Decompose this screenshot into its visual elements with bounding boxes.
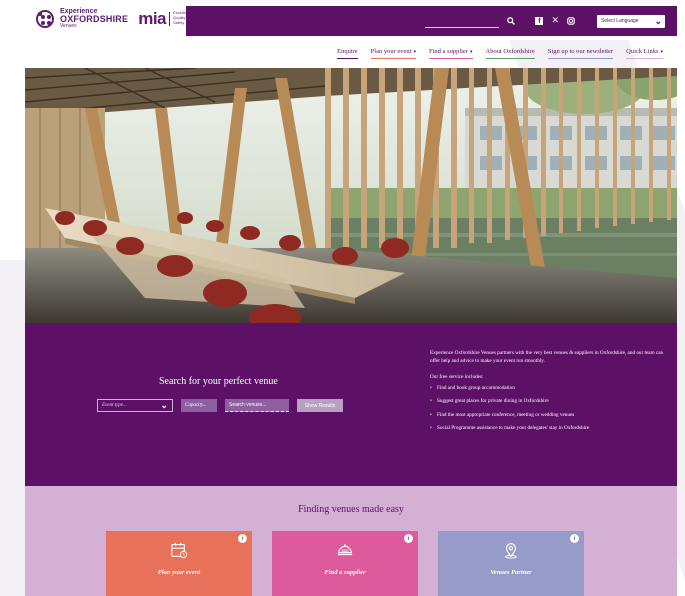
- service-intro: Experience Oxfordshire Venues partners w…: [430, 350, 664, 365]
- logo-text: Experience OXFORDSHIRE Venues: [60, 8, 128, 29]
- nav-item-label: Sign up to our newsletter: [547, 48, 614, 55]
- caret-down-icon: ▾: [413, 50, 416, 55]
- service-list: Find and book group accommodation Suggest…: [430, 384, 670, 432]
- main-nav: Enquire Plan your event ▾ Find a supplier ▾ A…: [337, 48, 663, 59]
- card-plan-your-event[interactable]: i Plan your event: [106, 531, 252, 596]
- calendar-icon: [171, 542, 188, 559]
- hero-image: [25, 68, 677, 323]
- card-venues-partner[interactable]: i Venues Partner: [438, 531, 584, 596]
- chevron-down-icon: ⌄: [160, 400, 168, 410]
- x-twitter-icon[interactable]: ✕: [551, 16, 559, 26]
- service-list-item: Find and book group accommodation: [430, 384, 670, 392]
- nav-item-label: About Oxfordshire: [485, 48, 535, 55]
- service-subhead: Our free service includes:: [430, 374, 484, 381]
- info-icon[interactable]: i: [238, 534, 247, 543]
- finding-venues-section: Finding venues made easy i Plan your eve…: [25, 486, 677, 596]
- info-icon[interactable]: i: [404, 534, 413, 543]
- site-logo[interactable]: Experience OXFORDSHIRE Venues mia Excell…: [36, 8, 195, 29]
- chevron-down-icon: ⌄: [654, 15, 662, 26]
- top-bar: f ✕ Select Language ⌄: [186, 6, 677, 36]
- nav-item-label: Plan your event: [370, 48, 412, 55]
- search-form: Event type... ⌄ Capacity... Search venue…: [97, 399, 343, 412]
- nav-item-label: Find a supplier: [428, 48, 468, 55]
- service-list-item: Social Programme assistance to make your…: [430, 424, 670, 432]
- search-title: Search for your perfect venue: [159, 376, 278, 387]
- caret-down-icon: ▾: [469, 50, 473, 55]
- food-tray-icon: [337, 544, 353, 556]
- capacity-placeholder: Capacity...: [185, 403, 207, 408]
- event-type-select[interactable]: Event type... ⌄: [97, 399, 173, 412]
- caret-down-icon: ▾: [660, 50, 663, 55]
- mia-divider: [169, 11, 171, 26]
- service-list-item: Find the most appropriate conference, me…: [430, 411, 670, 419]
- capacity-input[interactable]: Capacity...: [181, 399, 217, 412]
- search-icon[interactable]: [507, 17, 516, 25]
- instagram-icon[interactable]: [567, 17, 575, 25]
- nav-item-plan-your-event[interactable]: Plan your event ▾: [370, 48, 416, 59]
- card-label: Find a supplier: [324, 569, 366, 576]
- service-list-item: Suggest great places for private dining …: [430, 397, 670, 405]
- nav-item-quick-links[interactable]: Quick Links ▾: [626, 48, 663, 59]
- language-select-value: Select Language: [601, 18, 639, 24]
- nav-item-label: Quick Links: [626, 48, 659, 55]
- info-icon[interactable]: i: [570, 534, 579, 543]
- card-find-a-supplier[interactable]: i Find a supplier: [272, 531, 418, 596]
- service-info: Experience Oxfordshire Venues partners w…: [430, 349, 670, 437]
- language-select[interactable]: Select Language ⌄: [597, 14, 665, 28]
- event-type-placeholder: Event type...: [102, 403, 127, 408]
- nav-item-sign-up-to-our-newsletter[interactable]: Sign up to our newsletter: [547, 48, 614, 59]
- oxfordshire-logo-icon: [36, 9, 54, 28]
- mia-word: mia: [138, 9, 167, 28]
- venue-search-input[interactable]: Search venues...: [225, 399, 289, 412]
- logo-line-3: Venues: [60, 23, 77, 29]
- finding-title: Finding venues made easy: [298, 504, 404, 515]
- card-label: Venues Partner: [490, 569, 532, 576]
- facebook-icon[interactable]: f: [535, 17, 544, 25]
- nav-item-about-oxfordshire[interactable]: About Oxfordshire: [485, 48, 535, 59]
- nav-item-enquire[interactable]: Enquire: [337, 48, 358, 59]
- location-pin-icon: [505, 543, 517, 559]
- venue-search-section: Search for your perfect venue Event type…: [25, 323, 677, 486]
- nav-item-find-a-supplier[interactable]: Find a supplier ▾: [428, 48, 473, 59]
- site-search-input[interactable]: [425, 14, 500, 28]
- show-results-button[interactable]: Show Results: [297, 399, 343, 412]
- card-label: Plan your event: [157, 569, 201, 576]
- venue-search-placeholder: Search venues...: [229, 402, 267, 408]
- nav-item-label: Enquire: [337, 48, 358, 55]
